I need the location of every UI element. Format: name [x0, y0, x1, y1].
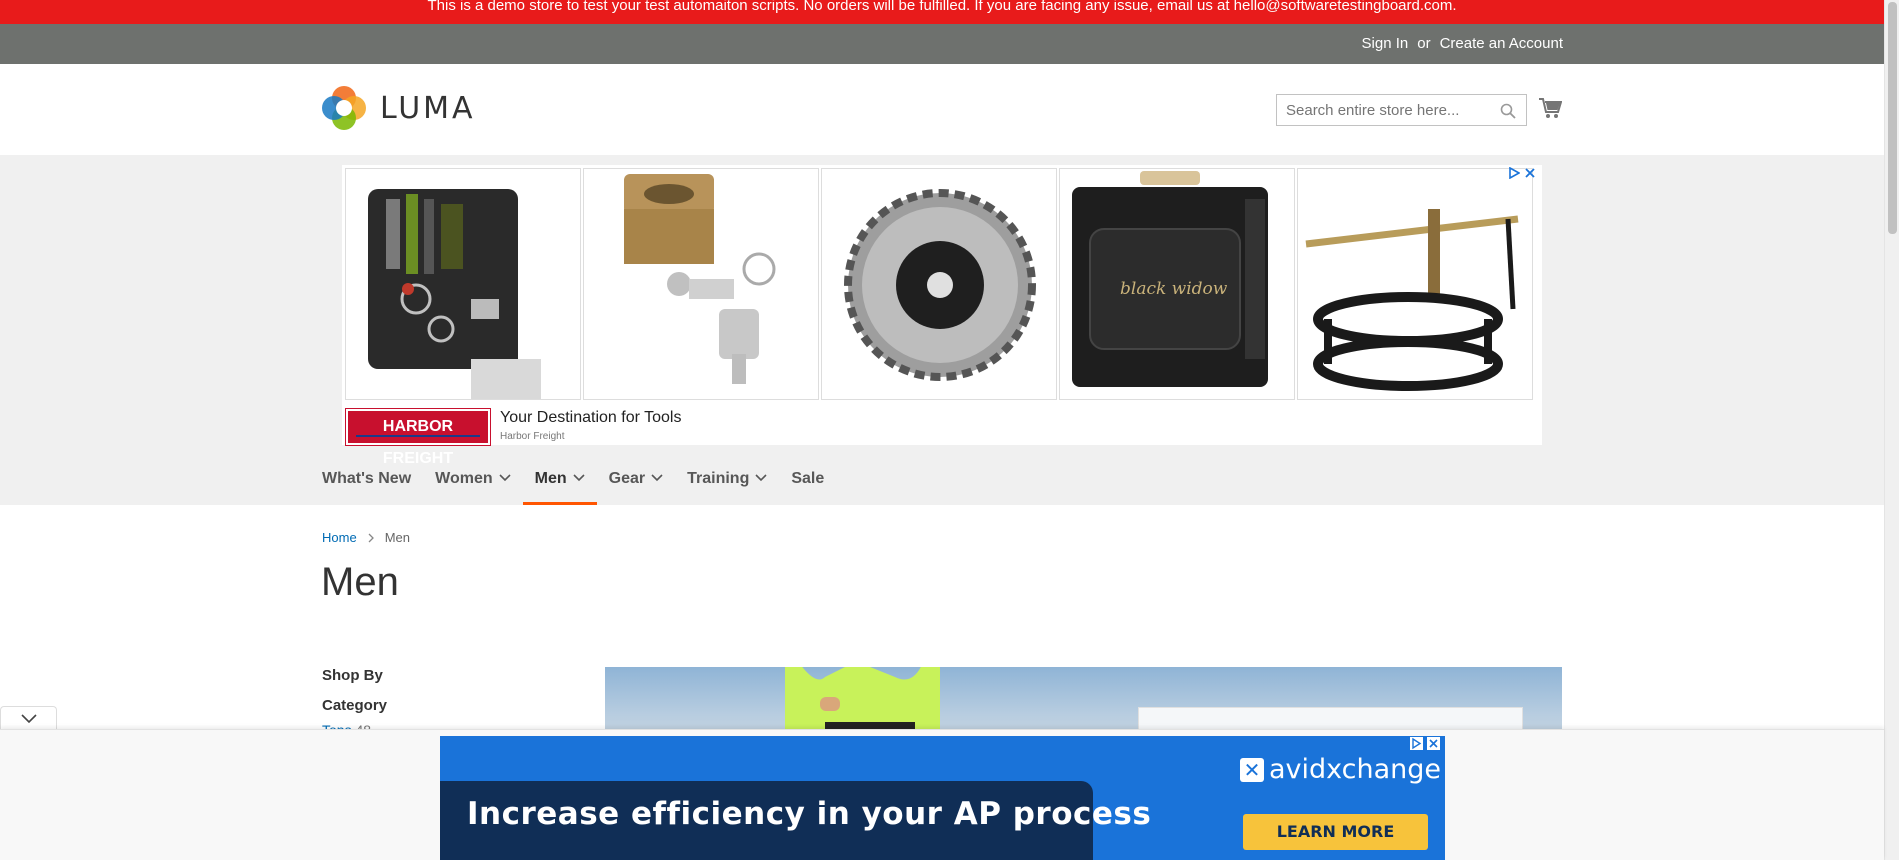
black-widow-box-image: black widow — [1072, 171, 1268, 387]
nav-item-whats-new[interactable]: What's New — [322, 460, 423, 505]
ad-tile-tire-changer[interactable] — [1297, 168, 1533, 400]
demo-notice-bar: This is a demo store to test your test a… — [0, 0, 1884, 24]
shop-by-heading: Shop By — [322, 667, 383, 684]
learn-more-button[interactable]: LEARN MORE — [1243, 814, 1428, 850]
ad-footer: HARBOR FREIGHT Your Destination for Tool… — [342, 403, 1542, 467]
or-separator: or — [1417, 35, 1431, 52]
nav-item-men[interactable]: Men — [522, 460, 597, 505]
breadcrumb-home-link[interactable]: Home — [322, 530, 357, 545]
sign-in-link[interactable]: Sign In — [1362, 35, 1409, 52]
svg-text:black widow: black widow — [1120, 279, 1228, 299]
top-links-bar: Sign In or Create an Account — [0, 24, 1884, 64]
ad-headline[interactable]: Your Destination for Tools — [500, 409, 681, 427]
nav-item-training[interactable]: Training — [675, 460, 779, 505]
chevron-down-icon — [21, 714, 37, 724]
ad-choices[interactable] — [1508, 167, 1536, 179]
chevron-right-icon — [368, 533, 374, 542]
sticky-ad-toggle[interactable] — [0, 706, 57, 730]
ad-choices[interactable] — [1409, 736, 1441, 751]
demo-notice-text: This is a demo store to test your test a… — [427, 0, 1457, 14]
nav-label: Gear — [608, 470, 646, 487]
logo-text: LUMA — [380, 90, 476, 126]
page-scrollbar[interactable] — [1884, 0, 1899, 860]
breadcrumb: Home Men — [322, 530, 410, 545]
ad-tile-survival-kit[interactable] — [345, 168, 581, 400]
ad-choices-icon[interactable] — [1508, 167, 1520, 179]
search-input[interactable] — [1277, 95, 1487, 125]
search-icon[interactable] — [1500, 103, 1516, 119]
nav-label: Women — [435, 470, 493, 487]
nav-item-sale[interactable]: Sale — [779, 460, 836, 505]
nav-label: What's New — [322, 470, 412, 487]
nav-item-women[interactable]: Women — [423, 460, 522, 505]
avidxchange-x-icon: ✕ — [1240, 757, 1264, 782]
ad-tile-black-widow-box[interactable]: black widow — [1059, 168, 1295, 400]
avidxchange-logo: ✕ avidxchange — [1240, 754, 1441, 785]
chevron-down-icon — [573, 474, 585, 482]
ad-tile-saw-blade[interactable] — [821, 168, 1057, 400]
luma-logo-icon — [322, 86, 366, 130]
filter-category-heading[interactable]: Category — [322, 697, 387, 714]
ad-advertiser: Harbor Freight — [500, 431, 565, 442]
ad-headline: Increase efficiency in your AP process — [467, 796, 1152, 832]
saw-blade-image — [844, 189, 1036, 381]
search-box — [1276, 94, 1527, 126]
survival-kit-image — [368, 189, 541, 399]
chevron-down-icon — [651, 474, 663, 482]
breadcrumb-current: Men — [384, 530, 410, 545]
avidxchange-logo-text: avidxchange — [1269, 754, 1442, 785]
logo-link[interactable]: LUMA — [322, 86, 476, 130]
ad-choices-icon[interactable] — [1409, 736, 1424, 751]
nav-item-gear[interactable]: Gear — [597, 460, 675, 505]
page-title: Men — [321, 560, 399, 604]
nav-label: Men — [534, 470, 567, 487]
chevron-down-icon — [755, 474, 767, 482]
nav-label: Training — [687, 470, 750, 487]
site-header: LUMA — [0, 64, 1884, 155]
ad-close-icon[interactable] — [1524, 167, 1536, 179]
harbor-freight-logo: HARBOR FREIGHT — [345, 408, 491, 467]
brass-lock-image — [624, 174, 776, 384]
avidxchange-ad[interactable]: Increase efficiency in your AP process ✕… — [440, 736, 1445, 860]
main-nav: What's New Women Men Gear Training Sale — [322, 460, 836, 505]
harbor-freight-ad[interactable]: black widow HARBOR FREIGHT Your Destinat… — [342, 165, 1542, 467]
page: This is a demo store to test your test a… — [0, 0, 1899, 860]
tire-changer-image — [1305, 209, 1519, 391]
ad-tile-brass-lock[interactable] — [583, 168, 819, 400]
ad-close-icon[interactable] — [1426, 736, 1441, 751]
cart-icon[interactable] — [1538, 97, 1562, 119]
scrollbar-thumb[interactable] — [1888, 2, 1897, 234]
chevron-down-icon — [499, 474, 511, 482]
create-account-link[interactable]: Create an Account — [1440, 35, 1563, 52]
nav-label: Sale — [791, 470, 825, 487]
